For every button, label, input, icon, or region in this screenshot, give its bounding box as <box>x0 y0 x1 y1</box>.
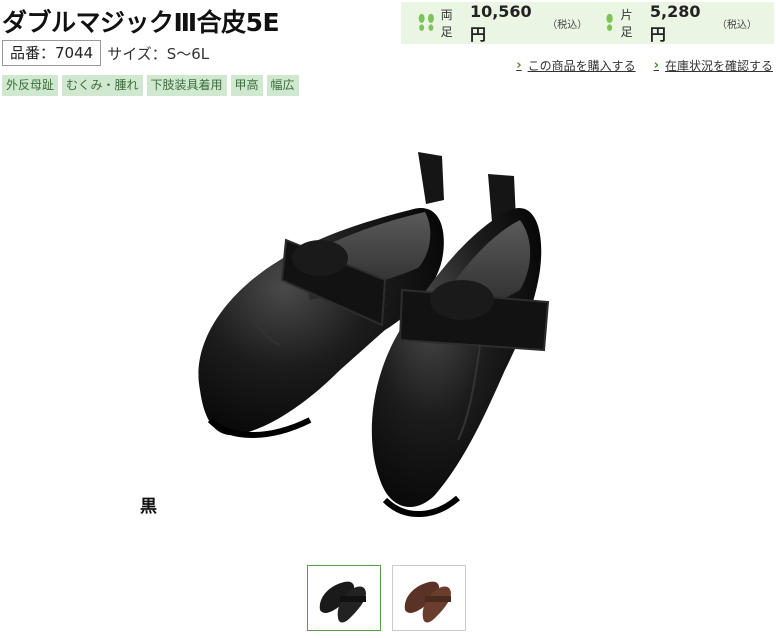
footprint-single-icon <box>606 13 614 31</box>
product-main-image <box>198 152 550 517</box>
tag-item: 外反母趾 <box>2 75 59 96</box>
action-links: › この商品を購入する › 在庫状況を確認する <box>516 57 773 74</box>
footprints-pair-icon <box>418 13 434 31</box>
price-pair-label: 両足 <box>440 8 453 39</box>
size-range: サイズ：S〜6L <box>107 44 210 63</box>
shoe-thumbnail-image <box>404 581 451 623</box>
tag-item: 甲高 <box>230 75 263 96</box>
price-single-label: 片足 <box>620 8 633 39</box>
tax-note: （税込） <box>547 19 588 31</box>
symptom-tags: 外反母趾 むくみ・腫れ 下肢装具着用 甲高 幅広 <box>2 75 299 96</box>
stock-check-link[interactable]: › 在庫状況を確認する <box>654 57 773 74</box>
price-panel: 両足 10,560円 （税込） 片足 5,280円 （税込） <box>401 2 774 44</box>
tag-item: むくみ・腫れ <box>62 75 143 96</box>
product-title: ダブルマジックⅢ合皮5E <box>2 8 280 37</box>
price-pair: 両足 10,560円 （税込） <box>417 1 588 45</box>
buy-link[interactable]: › この商品を購入する <box>516 57 635 74</box>
shoe-thumbnail-image <box>319 581 366 623</box>
tax-note: （税込） <box>716 19 757 31</box>
tag-item: 幅広 <box>266 75 299 96</box>
thumbnail-brown[interactable] <box>392 565 466 631</box>
tag-item: 下肢装具着用 <box>146 75 227 96</box>
buy-link-label: この商品を購入する <box>527 59 636 73</box>
thumbnail-black[interactable] <box>307 565 381 631</box>
color-name: 黒 <box>140 497 157 517</box>
price-single-value: 5,280円 <box>649 1 701 44</box>
product-code: 品番：7044 <box>2 40 102 66</box>
chevron-right-icon: › <box>516 58 522 73</box>
stock-link-label: 在庫状況を確認する <box>664 59 773 73</box>
price-pair-value: 10,560円 <box>469 1 532 44</box>
product-meta: 品番：7044 サイズ：S〜6L <box>2 40 209 66</box>
price-single: 片足 5,280円 （税込） <box>604 1 757 45</box>
chevron-right-icon: › <box>653 58 659 73</box>
